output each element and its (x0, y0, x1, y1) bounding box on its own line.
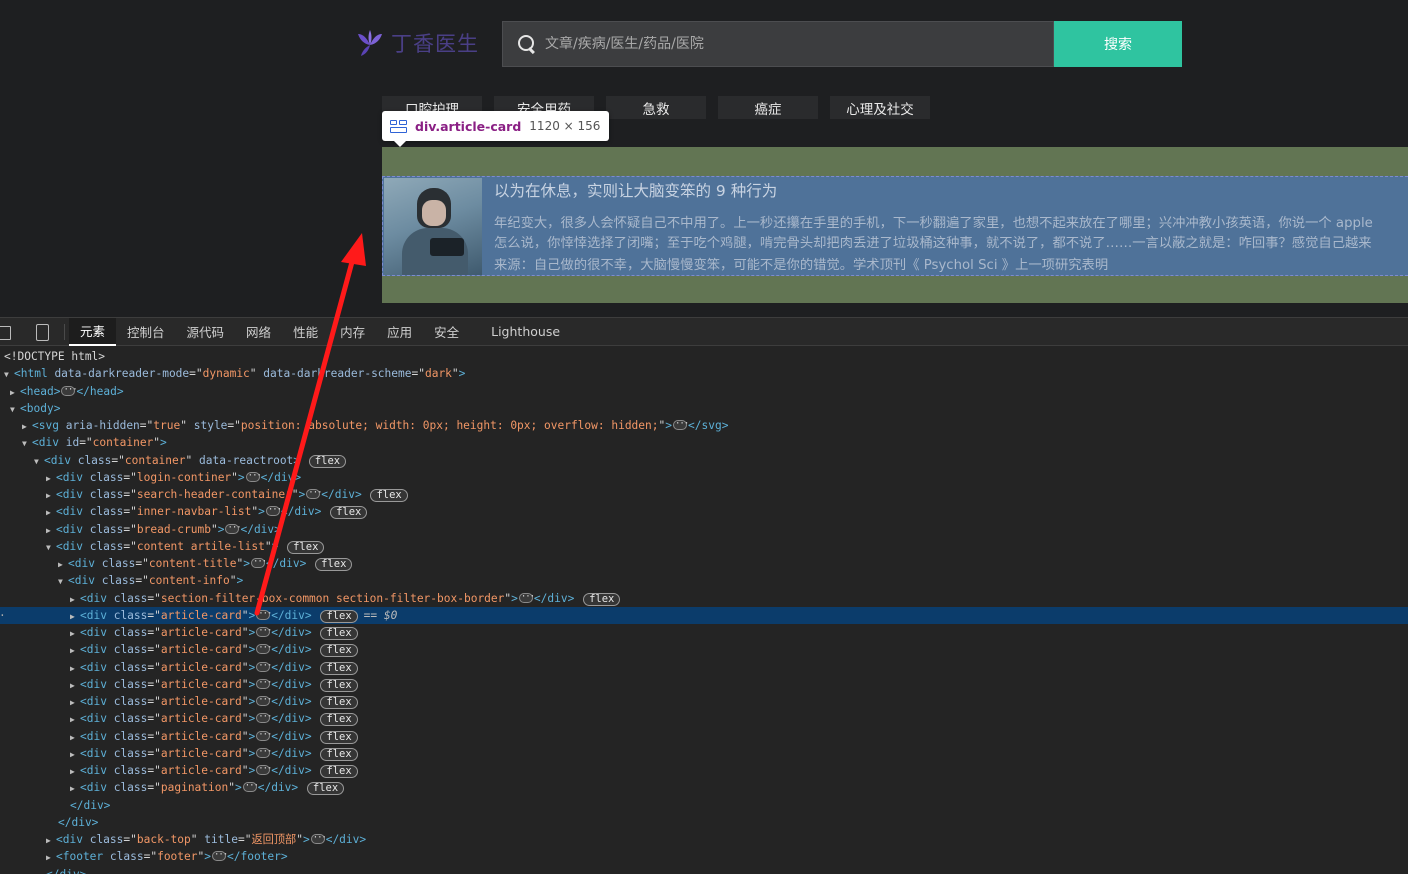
search-icon (517, 34, 537, 54)
tab-network[interactable]: 网络 (235, 318, 282, 346)
dom-node-line[interactable]: ▶<div class="login-continer"></div> (0, 468, 1408, 486)
tab-lighthouse[interactable]: Lighthouse (480, 318, 571, 346)
tag-psychology[interactable]: 心理及社交 (830, 96, 930, 119)
dom-node-line[interactable]: ▶<footer class="footer"></footer> (0, 847, 1408, 865)
logo-text: 丁香医生 (391, 32, 479, 56)
ellipsis-icon[interactable] (242, 778, 258, 795)
ellipsis-icon[interactable] (225, 520, 241, 537)
ellipsis-icon[interactable] (245, 468, 261, 485)
tab-elements[interactable]: 元素 (69, 317, 117, 346)
article-desc-line: 年纪变大，很多人会怀疑自己不中用了。上一秒还攥在手里的手机，下一秒翻遍了家里，也… (494, 216, 1373, 231)
article-description: 年纪变大，很多人会怀疑自己不中用了。上一秒还攥在手里的手机，下一秒翻遍了家里，也… (494, 214, 1373, 254)
tab-sources[interactable]: 源代码 (176, 318, 236, 346)
search-button[interactable]: 搜索 (1054, 21, 1182, 67)
devtools-toolbar: 元素 控制台 源代码 网络 性能 内存 应用 安全 Lighthouse (0, 317, 1408, 346)
ellipsis-icon[interactable] (256, 675, 271, 692)
dom-node-line[interactable]: ▶<div class="article-card"></div> flex (0, 623, 1408, 641)
dom-node-line[interactable]: ▼ <div class="content-info"> (0, 572, 1408, 589)
ellipsis-icon[interactable] (256, 658, 271, 675)
ellipsis-icon[interactable] (256, 692, 271, 709)
dom-node-line[interactable]: ▶<div class="article-card"></div> flex (0, 692, 1408, 710)
dom-node-line[interactable]: ▶<div class="article-card"></div> flex (0, 727, 1408, 745)
tooltip-size: 1120 × 156 (529, 119, 601, 133)
tag-first-aid[interactable]: 急救 (606, 96, 706, 119)
dom-node-line[interactable]: ▶<div class="article-card"></div> flex (0, 675, 1408, 693)
ellipsis-icon[interactable] (212, 847, 227, 864)
screenshot: 丁香医生 搜索 口腔护理 安全用药 急救 癌症 心理及社交 div.articl… (0, 0, 1408, 874)
ellipsis-icon[interactable] (310, 830, 326, 847)
dom-node-line[interactable]: ▼ <body> (0, 400, 1408, 417)
ellipsis-icon[interactable] (256, 727, 271, 744)
dom-node-line[interactable]: <!DOCTYPE html> (0, 348, 1408, 365)
tab-security[interactable]: 安全 (423, 318, 470, 346)
tooltip-selector: div.article-card (415, 118, 522, 134)
website-viewport: 丁香医生 搜索 口腔护理 安全用药 急救 癌症 心理及社交 div.articl… (0, 0, 1408, 317)
dom-node-line[interactable]: ▶<div class="content-title"></div> flex (0, 554, 1408, 572)
ellipsis-icon[interactable] (306, 485, 322, 502)
ellipsis-icon[interactable] (256, 761, 271, 778)
ellipsis-icon[interactable] (250, 554, 266, 571)
clove-flower-icon (358, 30, 382, 56)
dom-node-line[interactable]: ▼ <div class="content artile-list"> flex (0, 538, 1408, 555)
dom-tree: <!DOCTYPE html> ▼ <html data-darkreader-mo… (0, 348, 1408, 874)
dom-node-line[interactable]: ▶<div class="inner-navbar-list"></div> f… (0, 502, 1408, 520)
article-desc-line: 怎么说，你悻悻选择了闭嘴；至于吃个鸡腿，啃完骨头却把肉丢进了垃圾桶这种事，就不说… (494, 236, 1372, 251)
dom-node-line[interactable]: ▶<div class="bread-crumb"></div> (0, 520, 1408, 538)
article-card[interactable]: 以为在休息，实则让大脑变笨的 9 种行为 年纪变大，很多人会怀疑自己不中用了。上… (382, 176, 1408, 276)
dom-node-line[interactable]: ▶<head></head> (0, 382, 1408, 400)
dom-node-line[interactable]: ▶<div class="article-card"></div> flex (0, 658, 1408, 676)
tab-performance[interactable]: 性能 (282, 318, 329, 346)
ellipsis-icon[interactable] (61, 382, 77, 399)
dom-node-line[interactable]: ▼ <div class="container" data-reactroot> … (0, 452, 1408, 469)
tag-cancer[interactable]: 癌症 (718, 96, 818, 119)
dom-node-line[interactable]: ▶ <div class="section-filter-box-common s… (0, 589, 1408, 607)
dom-node-line[interactable]: </div> (0, 797, 1408, 814)
ellipsis-icon[interactable] (673, 416, 688, 433)
dom-node-line[interactable]: </div> (0, 866, 1408, 874)
article-thumbnail[interactable] (384, 178, 482, 275)
device-toolbar-icon[interactable] (30, 318, 60, 346)
ellipsis-icon[interactable] (256, 640, 271, 657)
inspect-tooltip: div.article-card 1120 × 156 (382, 111, 610, 147)
dom-node-line[interactable]: ▶<div class="article-card"></div> flex (0, 744, 1408, 762)
tab-console[interactable]: 控制台 (116, 318, 176, 346)
dom-node-line[interactable]: ▶<div class="article-card"></div> flex (0, 640, 1408, 658)
dom-node-line[interactable]: ▶<div class="article-card"></div> flex (0, 709, 1408, 727)
dom-node-line[interactable]: ▼ <html data-darkreader-mode="dynamic" da… (0, 365, 1408, 382)
dom-node-line[interactable]: ▼ <div id="container"> (0, 434, 1408, 451)
search-box[interactable] (502, 21, 1054, 67)
tab-memory[interactable]: 内存 (329, 318, 376, 346)
dom-node-line[interactable]: </div> (0, 814, 1408, 831)
search-input[interactable] (545, 36, 1025, 52)
dom-node-line[interactable]: ▶<div class="back-top" title="返回顶部"></di… (0, 830, 1408, 848)
dom-node-line[interactable]: ▶<div class="article-card"></div> flex (0, 761, 1408, 779)
dom-node-line[interactable]: ▶<div class="pagination"></div> flex (0, 778, 1408, 796)
flex-layout-icon (390, 119, 407, 133)
tab-application[interactable]: 应用 (376, 318, 423, 346)
article-title[interactable]: 以为在休息，实则让大脑变笨的 9 种行为 (494, 179, 777, 201)
ellipsis-icon[interactable] (518, 589, 534, 606)
ellipsis-icon[interactable] (256, 623, 271, 640)
devtools-panel: 元素 控制台 源代码 网络 性能 内存 应用 安全 Lighthouse <!D… (0, 317, 1408, 874)
inspect-element-icon[interactable] (0, 318, 30, 346)
ellipsis-icon[interactable] (256, 744, 271, 761)
ellipsis-icon[interactable] (256, 606, 271, 623)
dom-node-line[interactable]: ·▶<div class="article-card"></div> flex=… (0, 606, 1408, 624)
dom-node-line[interactable]: ▶ <svg aria-hidden="true" style="position… (0, 416, 1408, 434)
dom-node-line[interactable]: ▶<div class="search-header-container"></… (0, 485, 1408, 503)
ellipsis-icon[interactable] (256, 709, 271, 726)
site-logo[interactable]: 丁香医生 (355, 28, 479, 58)
ellipsis-icon[interactable] (265, 502, 281, 519)
article-source: 来源：自己做的很不幸，大脑慢慢变笨，可能不是你的错觉。学术顶刊《 Psychol… (494, 258, 1109, 273)
